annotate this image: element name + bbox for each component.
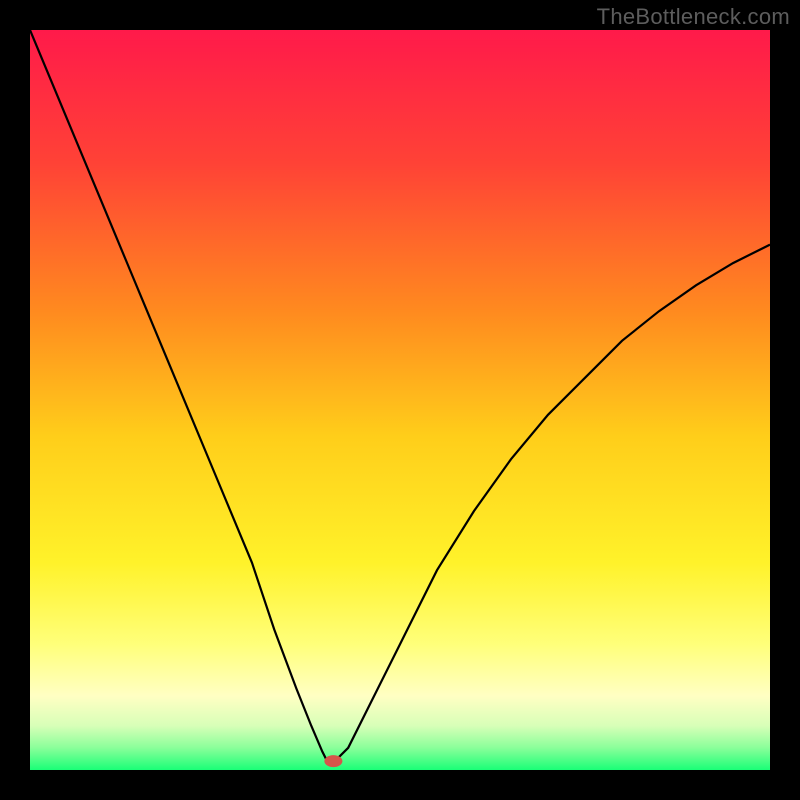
chart-frame: TheBottleneck.com (0, 0, 800, 800)
watermark-text: TheBottleneck.com (597, 4, 790, 30)
optimal-point-marker (324, 755, 342, 767)
plot-area (30, 30, 770, 770)
gradient-background (30, 30, 770, 770)
chart-svg (30, 30, 770, 770)
